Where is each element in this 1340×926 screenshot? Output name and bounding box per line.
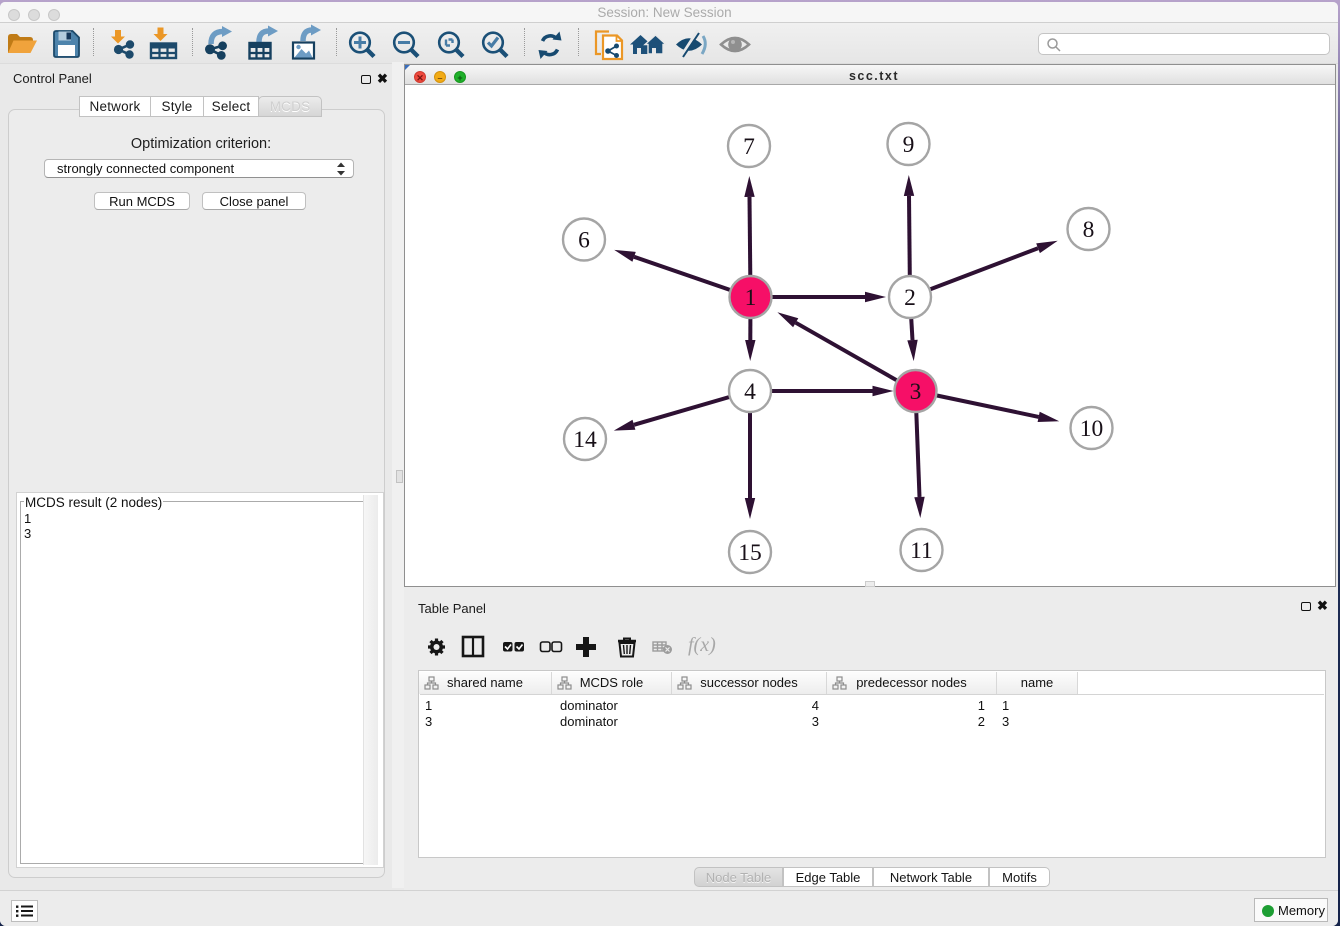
- svg-text:3: 3: [910, 379, 922, 405]
- svg-text:4: 4: [744, 379, 756, 405]
- svg-text:2: 2: [904, 285, 916, 311]
- svg-text:1: 1: [745, 285, 757, 311]
- svg-text:14: 14: [573, 427, 597, 453]
- svg-text:9: 9: [903, 132, 915, 158]
- svg-text:11: 11: [910, 538, 933, 564]
- svg-text:15: 15: [738, 540, 762, 566]
- svg-text:8: 8: [1083, 217, 1095, 243]
- svg-text:6: 6: [578, 228, 590, 254]
- svg-text:7: 7: [743, 134, 755, 160]
- svg-text:10: 10: [1080, 416, 1104, 442]
